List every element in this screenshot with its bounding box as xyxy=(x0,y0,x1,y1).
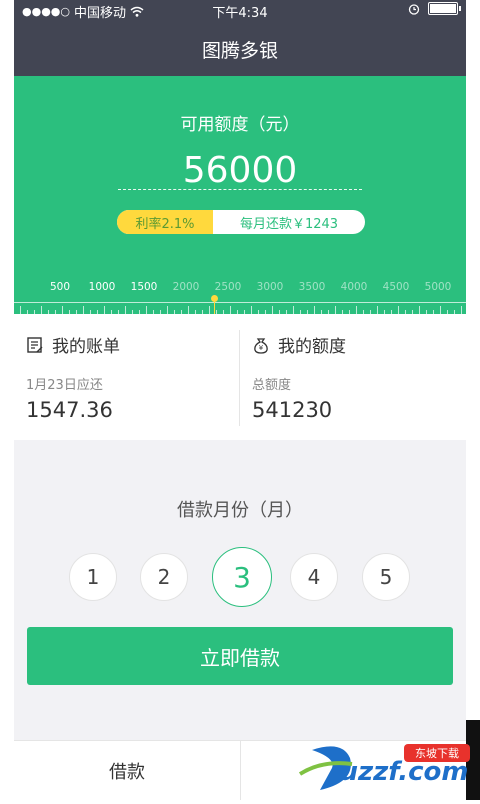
term-options: 12345 xyxy=(14,547,466,610)
app-screen: ●●●●○ 中国移动 下午4:34 图腾多银 可用额度（元） 56000 利率2… xyxy=(14,0,466,800)
slider-tick xyxy=(125,306,126,314)
amount-slider[interactable]: 500 1000 1500 2000 2500 3000 3500 4000 4500 5000 xyxy=(14,272,466,314)
slider-tick xyxy=(188,306,189,314)
term-option-1[interactable]: 1 xyxy=(69,553,117,601)
slider-tick xyxy=(20,306,21,314)
slider-tick xyxy=(314,306,315,314)
slider-tick-label: 3000 xyxy=(256,281,284,293)
slider-tick xyxy=(62,306,63,314)
credit-hero: 可用额度（元） 56000 利率2.1% 每月还款￥1243 500 1000 15… xyxy=(14,76,466,314)
slider-tick xyxy=(230,306,231,314)
slider-tick xyxy=(419,306,420,314)
borrow-now-button[interactable]: 立即借款 xyxy=(27,627,453,685)
slider-tick-label: 4500 xyxy=(382,281,410,293)
tab-borrow[interactable]: 借款 xyxy=(14,741,240,800)
slider-tick xyxy=(83,306,84,314)
my-quota-header: ¥ 我的额度 xyxy=(252,332,346,357)
alarm-clock-icon xyxy=(408,3,420,15)
slider-tick-label: 4000 xyxy=(340,281,368,293)
slider-tick xyxy=(377,306,378,314)
slider-tick xyxy=(293,306,294,314)
status-time: 下午4:34 xyxy=(212,6,268,21)
slider-tick-label: 2500 xyxy=(214,281,242,293)
slider-tick xyxy=(167,306,168,314)
bill-icon xyxy=(26,336,44,354)
money-bag-icon: ¥ xyxy=(252,336,270,354)
slider-tick xyxy=(104,306,105,314)
term-option-5[interactable]: 5 xyxy=(362,553,410,601)
status-bar: ●●●●○ 中国移动 下午4:34 xyxy=(14,0,466,21)
slider-tick xyxy=(272,306,273,314)
top-bar: ●●●●○ 中国移动 下午4:34 图腾多银 xyxy=(14,0,466,76)
interest-rate-badge: 利率2.1% xyxy=(117,210,213,234)
account-summary: 我的账单 1月23日应还 1547.36 ¥ 我的额度 总额度 541230 xyxy=(14,314,466,440)
available-credit-amount[interactable]: 56000 xyxy=(14,150,466,191)
rate-payment-pill: 利率2.1% 每月还款￥1243 xyxy=(117,210,365,234)
term-option-3[interactable]: 3 xyxy=(212,547,272,607)
slider-tick xyxy=(356,306,357,314)
term-option-4[interactable]: 4 xyxy=(290,553,338,601)
svg-text:东坡下载: 东坡下载 xyxy=(415,747,459,760)
slider-tick xyxy=(335,306,336,314)
my-bill-title: 我的账单 xyxy=(52,337,120,357)
slider-tick-label: 500 xyxy=(49,281,71,293)
slider-tick xyxy=(461,306,462,314)
my-quota-title: 我的额度 xyxy=(278,337,346,357)
slider-tick-label: 5000 xyxy=(424,281,452,293)
slider-track xyxy=(14,302,466,303)
svg-text:¥: ¥ xyxy=(259,344,264,352)
slider-tick xyxy=(41,306,42,314)
slider-tick xyxy=(398,306,399,314)
quota-amount: 541230 xyxy=(252,398,333,422)
monthly-payment-badge: 每月还款￥1243 xyxy=(239,216,339,232)
page-title: 图腾多银 xyxy=(201,40,278,62)
slider-tick xyxy=(209,306,210,314)
watermark-logo: uzzf.com 东坡下载 xyxy=(292,724,480,800)
my-quota-card[interactable]: ¥ 我的额度 总额度 541230 xyxy=(240,314,466,440)
loan-term-title: 借款月份（月） xyxy=(177,500,303,521)
battery-icon xyxy=(428,2,461,15)
status-right xyxy=(408,2,461,15)
slider-tick-label: 1000 xyxy=(88,281,116,293)
slider-tick-label: 2000 xyxy=(172,281,200,293)
quota-total-label: 总额度 xyxy=(252,378,292,393)
slider-handle[interactable] xyxy=(211,295,218,314)
slider-tick-label: 1500 xyxy=(130,281,158,293)
loan-term-section: 借款月份（月） 12345 立即借款 xyxy=(14,440,466,740)
bill-due-label: 1月23日应还 xyxy=(26,378,103,393)
amount-underline xyxy=(118,189,362,190)
my-bill-card[interactable]: 我的账单 1月23日应还 1547.36 xyxy=(14,314,240,440)
slider-tick xyxy=(251,306,252,314)
slider-tick-label: 3500 xyxy=(298,281,326,293)
available-credit-label: 可用额度（元） xyxy=(180,115,300,135)
my-bill-header: 我的账单 xyxy=(26,332,120,357)
slider-tick xyxy=(440,306,441,314)
bill-amount: 1547.36 xyxy=(26,398,113,422)
slider-tick xyxy=(146,306,147,314)
term-option-2[interactable]: 2 xyxy=(140,553,188,601)
